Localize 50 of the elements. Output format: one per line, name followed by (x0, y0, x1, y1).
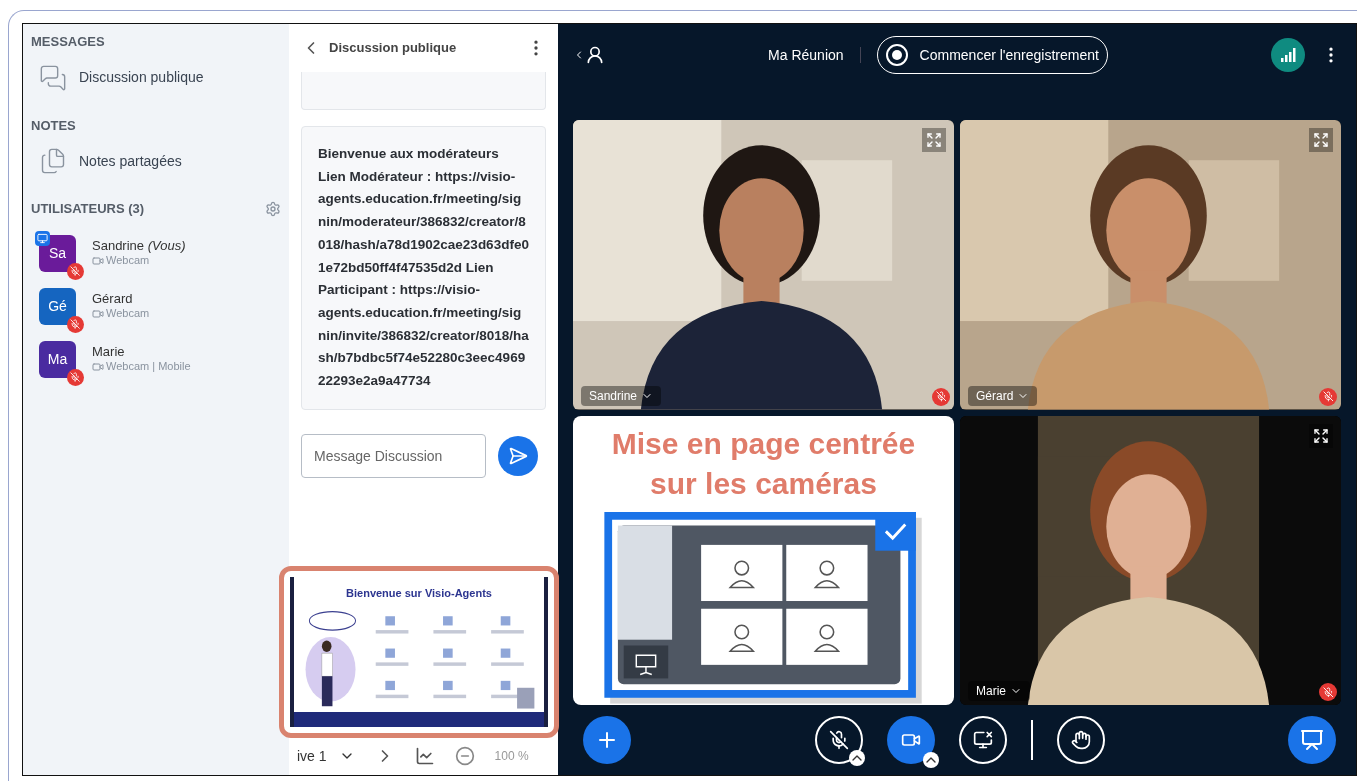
participant-name-tag[interactable]: Gérard (968, 385, 1038, 406)
webcam-icon (92, 255, 104, 268)
caret-icon[interactable] (922, 752, 939, 768)
raise-hand-button[interactable] (1056, 716, 1105, 764)
slide-selector[interactable]: ive 1 (297, 745, 355, 767)
send-icon (508, 445, 528, 466)
settings-icon[interactable] (265, 200, 281, 217)
zoom-out-icon[interactable] (454, 746, 475, 766)
muted-mic-icon (828, 730, 849, 750)
screen-share-off-icon (972, 730, 993, 750)
presentation-thumbnail[interactable]: Bienvenue sur Visio-Agents (279, 566, 559, 738)
section-heading: NOTES (30, 116, 77, 135)
user-status: Webcam (106, 307, 150, 321)
user-status: Webcam | Mobile (106, 360, 191, 374)
connection-signal-icon[interactable] (1271, 38, 1305, 72)
sidebar-item[interactable]: Discussion publique (23, 51, 289, 104)
message-input[interactable]: Message Discussion (301, 433, 486, 478)
user-avatar: Gé (39, 287, 76, 325)
section-heading: UTILISATEURS (3) (31, 200, 145, 218)
sidebar-item[interactable]: Notes partagées (23, 135, 289, 187)
zoom-level: 100 % (494, 748, 529, 765)
user-name: Gérard (92, 291, 134, 308)
user-status: Webcam (106, 254, 150, 268)
chat-title: Discussion publique (329, 39, 458, 58)
webcam-icon (92, 308, 104, 321)
fullscreen-icon[interactable] (1309, 423, 1333, 448)
slide-title: Bienvenue sur Visio-Agents (345, 586, 493, 601)
caret-icon[interactable] (848, 750, 865, 766)
add-button[interactable] (583, 716, 631, 764)
documents-icon (39, 147, 67, 175)
message-text: Bienvenue aux modérateurs Lien Modérateur : https://visio-agents.education.fr/meeting/signin/moderateur/386832/creator/8018/hash/a78d1902cae23d63dfe01e72bd50ff4f47535d2d Lien Participant : https://visio-agents.education.fr/meeting/signin/invite/386832/creator/8018/hash/b7bdbc5f74e52280c3eec496922293e2a9a47734 (318, 145, 529, 391)
chat-bubbles-icon (39, 63, 67, 92)
user-name: Marie (92, 344, 126, 361)
user-icon (585, 45, 605, 65)
screen-share-button[interactable] (958, 716, 1007, 764)
record-icon (885, 44, 908, 66)
layout-title: Mise en page centrée sur les caméras (610, 425, 917, 502)
presentation-button[interactable] (1288, 716, 1336, 764)
section-heading: MESSAGES (30, 33, 106, 51)
participant-name-tag[interactable]: Sandrine (581, 385, 662, 406)
presentation-icon (1300, 728, 1324, 752)
microphone-button[interactable] (814, 716, 863, 764)
meeting-title: Ma Réunion (768, 45, 844, 65)
webcam-icon (92, 361, 104, 374)
chart-icon[interactable] (414, 746, 435, 766)
user-avatar: Ma (39, 340, 76, 378)
send-button[interactable] (498, 435, 538, 476)
participant-name-tag[interactable]: Marie (968, 681, 1030, 701)
hand-icon (1070, 730, 1091, 750)
user-name: Sandrine (Vous) (92, 238, 186, 255)
